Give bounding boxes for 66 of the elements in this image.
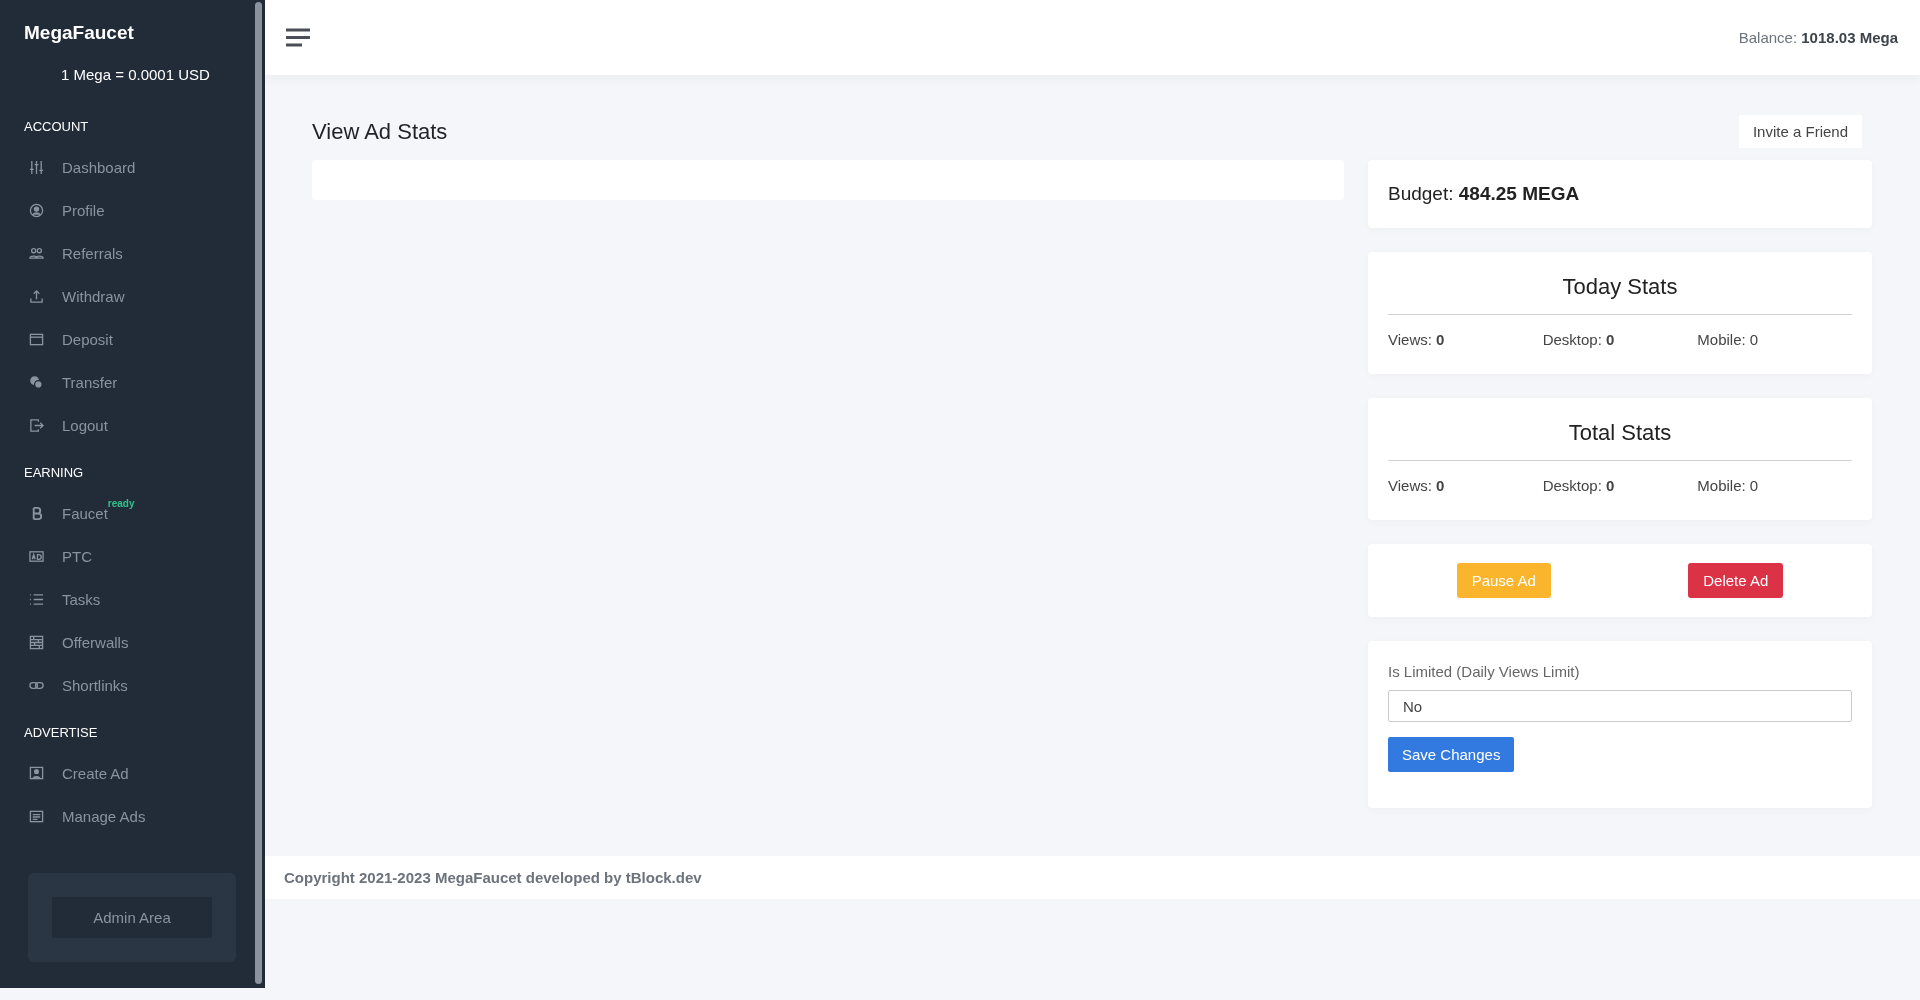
section-heading: EARNING <box>24 465 85 480</box>
field-label: Is Limited (Daily Views Limit) <box>1388 663 1580 680</box>
grid-icon <box>29 635 44 650</box>
save-button[interactable]: Save Changes <box>1388 737 1515 772</box>
menu-label: Profile <box>62 202 105 219</box>
menu-label: Transfer <box>62 374 118 391</box>
sliders-icon <box>29 160 44 175</box>
menu-label: Faucet <box>62 505 108 522</box>
coins-icon <box>29 375 44 390</box>
stat-text: Mobile: 0 <box>1697 477 1760 494</box>
ad-icon <box>29 549 44 564</box>
stats-title: Total Stats <box>1388 420 1852 461</box>
sidebar-item[interactable]: PTC <box>24 535 92 578</box>
invite-button[interactable]: Invite a Friend <box>1738 115 1862 148</box>
sidebar-item[interactable]: Transfer <box>24 361 118 404</box>
sidebar-item[interactable]: Manage Ads <box>24 795 146 838</box>
menu-label: Dashboard <box>62 159 136 176</box>
admin-area-button[interactable]: Admin Area <box>52 897 212 938</box>
scrollbar[interactable] <box>255 2 262 984</box>
menu-label: Logout <box>62 417 108 434</box>
balance-text: Balance: 1018.03 Mega <box>1738 29 1898 46</box>
sidebar-item[interactable]: Profile <box>24 189 105 232</box>
sidebar-item[interactable]: Referrals <box>24 232 123 275</box>
menu-label: Offerwalls <box>62 634 129 651</box>
status-label: ready <box>107 498 135 509</box>
stat-text: Desktop: 0 <box>1542 477 1616 494</box>
menu-label: Create Ad <box>62 765 129 782</box>
sidebar-item[interactable]: Shortlinks <box>24 664 128 707</box>
sidebar-item[interactable]: Create Ad <box>24 752 129 795</box>
page-title: View Ad Stats <box>312 118 448 145</box>
users-icon <box>29 246 44 261</box>
limit-select-field[interactable]: No <box>1388 690 1852 722</box>
menu-label: Manage Ads <box>62 808 146 825</box>
document-icon <box>29 809 44 824</box>
user-circle-icon <box>29 203 44 218</box>
sidebar-item[interactable]: Logout <box>24 404 108 447</box>
sidebar-item[interactable]: Dashboard <box>24 146 136 189</box>
section-heading: ADVERTISE <box>24 725 99 740</box>
menu-label: Withdraw <box>62 288 125 305</box>
section-heading: ACCOUNT <box>24 119 90 134</box>
stat-text: Desktop: 0 <box>1542 331 1616 348</box>
sidebar-item[interactable]: Faucet $^{ready}$ <box>24 492 135 535</box>
menu-label: Referrals <box>62 245 123 262</box>
list-icon <box>29 592 44 607</box>
stats-title: Today Stats <box>1388 274 1852 315</box>
sidebar-item[interactable]: Withdraw <box>24 275 125 318</box>
stat-text: Views: 0 <box>1388 331 1446 348</box>
budget-text: Budget: 484.25 MEGA <box>1388 183 1580 205</box>
menu-label: Shortlinks <box>62 677 128 694</box>
stat-text: Mobile: 0 <box>1697 331 1760 348</box>
upload-icon <box>29 289 44 304</box>
sidebar-item[interactable]: Offerwalls <box>24 621 129 664</box>
logout-icon <box>29 418 44 433</box>
stat-text: Views: 0 <box>1388 477 1446 494</box>
menu-label: PTC <box>62 548 92 565</box>
menu-icon[interactable] <box>286 28 310 47</box>
sidebar-item[interactable]: Deposit <box>24 318 113 361</box>
brand-name: MegaFaucet <box>24 22 135 44</box>
exchange-rate: 1 Mega = 0.0001 USD <box>61 66 211 83</box>
window-icon <box>29 332 44 347</box>
menu-label: Tasks <box>62 591 101 608</box>
copyright-text: Copyright 2021-2023 MegaFaucet developed by tBlock.dev <box>284 869 702 886</box>
sidebar-item[interactable]: Tasks <box>24 578 101 621</box>
image-icon <box>29 766 44 781</box>
menu-label: Deposit <box>62 331 113 348</box>
action-button[interactable]: Delete Ad <box>1688 563 1784 598</box>
